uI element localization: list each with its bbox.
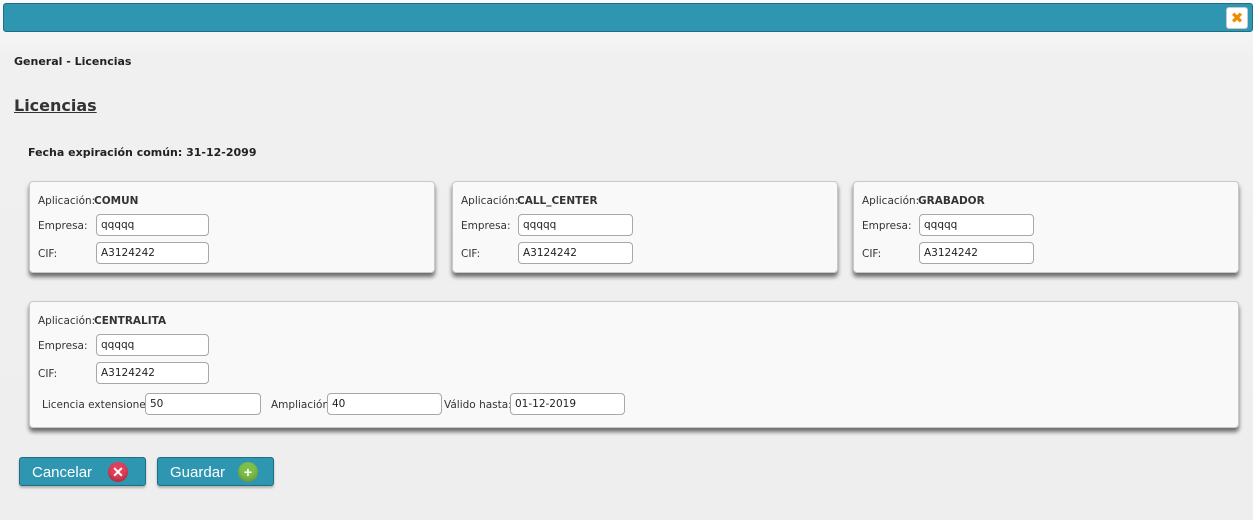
- ampliacion-field[interactable]: [327, 393, 442, 415]
- breadcrumb: General - Licencias: [14, 55, 132, 68]
- app-name: CALL_CENTER: [517, 195, 598, 207]
- empresa-label: Empresa:: [862, 220, 912, 232]
- license-panel-comun: Aplicación: COMUN Empresa: CIF:: [29, 181, 435, 273]
- cancel-label: Cancelar: [32, 464, 93, 481]
- add-icon: +: [238, 462, 258, 482]
- cif-field[interactable]: [96, 242, 209, 264]
- app-label: Aplicación:: [38, 195, 96, 207]
- cif-label: CIF:: [38, 368, 58, 380]
- cancel-button[interactable]: Cancelar ✕: [19, 457, 146, 486]
- app-name: COMUN: [94, 195, 139, 207]
- empresa-field[interactable]: [96, 334, 209, 356]
- page-title: Licencias: [14, 96, 97, 115]
- cif-label: CIF:: [461, 248, 481, 260]
- empresa-label: Empresa:: [38, 220, 88, 232]
- license-panel-centralita: Aplicación: CENTRALITA Empresa: CIF: Lic…: [29, 301, 1239, 428]
- empresa-label: Empresa:: [461, 220, 511, 232]
- license-panel-grabador: Aplicación: GRABADOR Empresa: CIF:: [853, 181, 1239, 273]
- save-label: Guardar: [170, 464, 226, 481]
- cif-field[interactable]: [518, 242, 633, 264]
- license-panel-call-center: Aplicación: CALL_CENTER Empresa: CIF:: [452, 181, 838, 273]
- license-extensions-label: Licencia extensiones: [42, 399, 152, 411]
- app-label: Aplicación:: [862, 195, 920, 207]
- cancel-icon: ✕: [108, 462, 128, 482]
- app-label: Aplicación:: [38, 315, 96, 327]
- cif-label: CIF:: [862, 248, 882, 260]
- app-label: Aplicación:: [461, 195, 519, 207]
- close-icon[interactable]: ✖: [1226, 7, 1248, 29]
- valid-until-label: Válido hasta:: [444, 399, 512, 411]
- license-extensions-field[interactable]: [145, 393, 261, 415]
- app-name: GRABADOR: [918, 195, 985, 207]
- valid-until-field[interactable]: [510, 393, 625, 415]
- cif-label: CIF:: [38, 248, 58, 260]
- cif-field[interactable]: [96, 362, 209, 384]
- common-expiration: Fecha expiración común: 31-12-2099: [28, 146, 257, 159]
- ampliacion-label: Ampliación:: [271, 399, 333, 411]
- app-name: CENTRALITA: [94, 315, 167, 327]
- window-titlebar: ✖: [3, 3, 1253, 32]
- empresa-field[interactable]: [518, 214, 633, 236]
- empresa-label: Empresa:: [38, 340, 88, 352]
- empresa-field[interactable]: [919, 214, 1034, 236]
- empresa-field[interactable]: [96, 214, 209, 236]
- save-button[interactable]: Guardar +: [157, 457, 274, 486]
- cif-field[interactable]: [919, 242, 1034, 264]
